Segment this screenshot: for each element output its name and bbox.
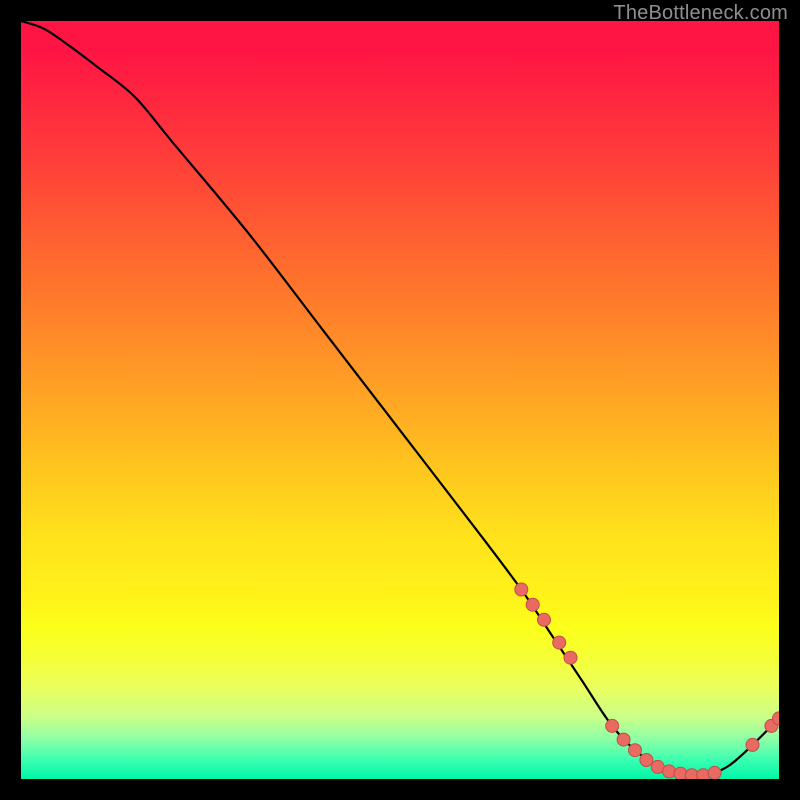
curve-marker bbox=[708, 766, 721, 779]
curve-marker bbox=[564, 651, 577, 664]
curve-marker bbox=[553, 636, 566, 649]
curve-marker bbox=[629, 744, 642, 757]
curve-marker bbox=[526, 598, 539, 611]
curve-marker bbox=[538, 613, 551, 626]
curve-markers bbox=[515, 583, 779, 779]
curve-marker bbox=[606, 719, 619, 732]
chart-stage: TheBottleneck.com bbox=[0, 0, 800, 800]
curve-svg bbox=[21, 21, 779, 779]
gradient-plot-area bbox=[21, 21, 779, 779]
curve-marker bbox=[663, 765, 676, 778]
curve-marker bbox=[515, 583, 528, 596]
curve-marker bbox=[674, 767, 687, 779]
bottleneck-curve bbox=[21, 21, 779, 775]
attribution-text: TheBottleneck.com bbox=[613, 2, 788, 25]
curve-marker bbox=[617, 733, 630, 746]
curve-marker bbox=[640, 754, 653, 767]
curve-marker bbox=[746, 738, 759, 751]
